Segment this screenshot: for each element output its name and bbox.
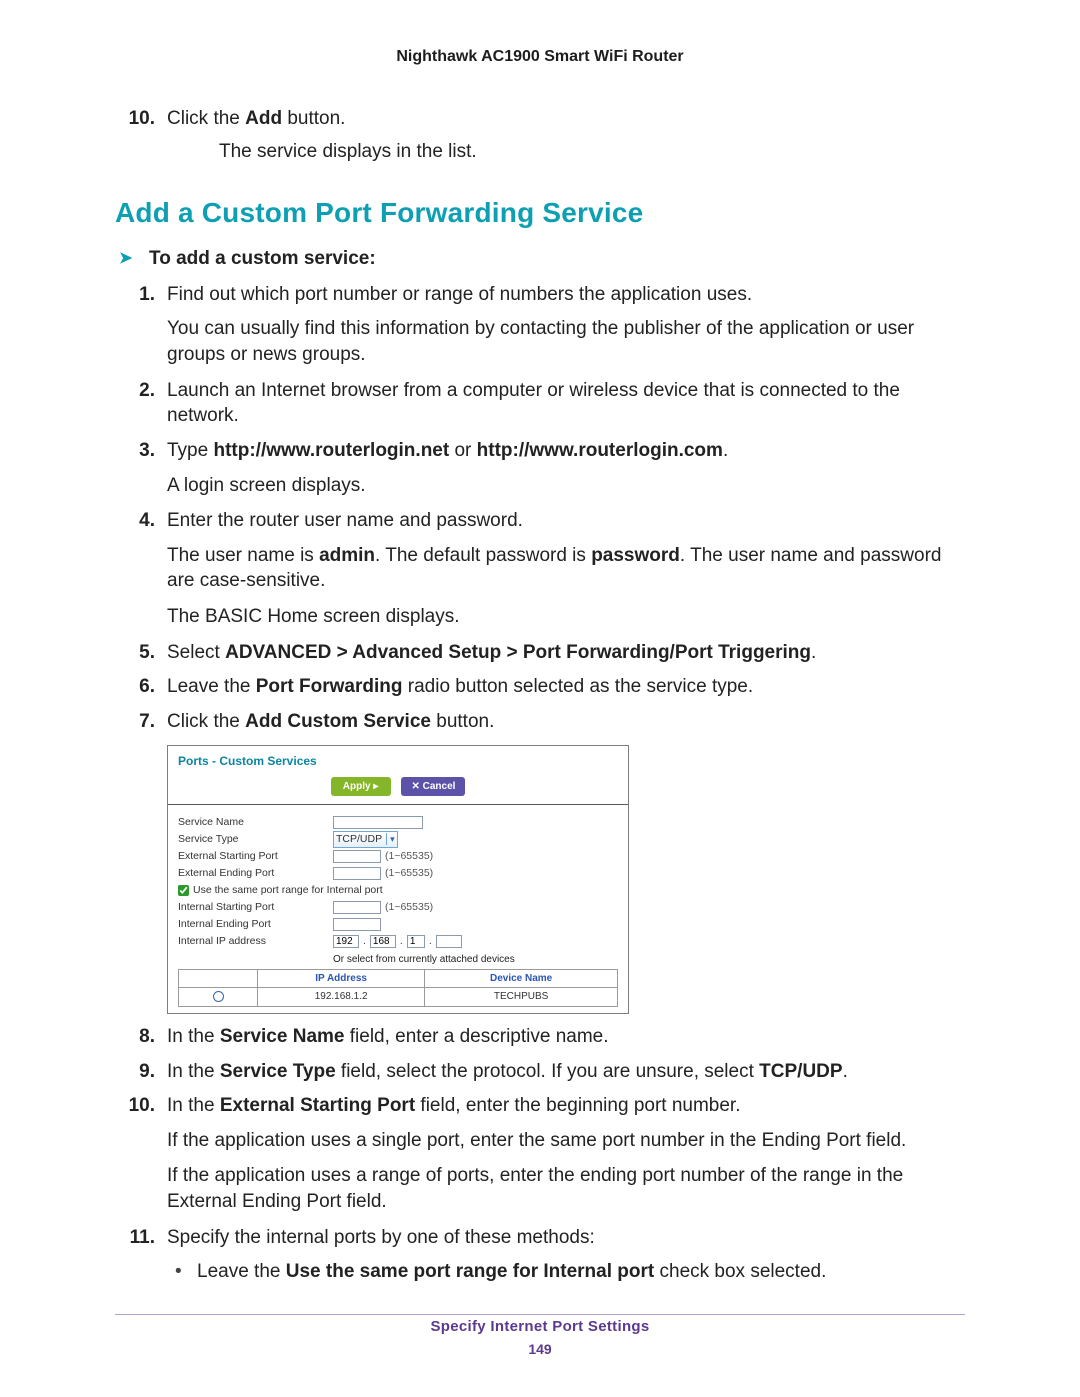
apply-button[interactable]: Apply ▸	[331, 777, 391, 797]
range-hint: (1~65535)	[385, 849, 433, 863]
list-item: 8. In the Service Name field, enter a des…	[115, 1024, 965, 1050]
int-start-input[interactable]	[333, 901, 381, 914]
attached-devices-table: IP Address Device Name 192.168.1.2 TECHP…	[178, 969, 618, 1007]
cancel-button[interactable]: ✕ Cancel	[401, 777, 465, 797]
label-ext-end: External Ending Port	[178, 866, 333, 880]
ip-octet-2[interactable]	[370, 935, 396, 948]
step-after: The service displays in the list.	[167, 139, 965, 165]
button-row: Apply ▸ ✕ Cancel	[168, 771, 628, 806]
list-item: 10. In the External Starting Port field, …	[115, 1093, 965, 1119]
step-text: Click the Add button.	[167, 108, 345, 129]
chevron-down-icon: ▾	[386, 833, 395, 845]
step-number: 5.	[115, 640, 155, 666]
range-hint: (1~65535)	[385, 866, 433, 880]
step-number: 10.	[115, 1093, 155, 1119]
row-ip: 192.168.1.2	[258, 988, 425, 1007]
step-number: 1.	[115, 282, 155, 308]
step-text: Launch an Internet browser from a comput…	[167, 380, 900, 427]
footer-section-name: Specify Internet Port Settings	[0, 1318, 1080, 1335]
step-text: In the External Starting Port field, ent…	[167, 1095, 741, 1116]
col-ip: IP Address	[258, 969, 425, 988]
ip-octet-3[interactable]	[407, 935, 425, 948]
panel-title: Ports - Custom Services	[168, 746, 628, 771]
step-number: 8.	[115, 1024, 155, 1050]
chevron-right-icon: ➤	[119, 248, 132, 270]
list-item: 6. Leave the Port Forwarding radio button…	[115, 674, 965, 700]
step-sub: The user name is admin. The default pass…	[115, 543, 965, 594]
step-10-pre: 10. Click the Add button. The service di…	[115, 106, 965, 164]
step-text: Find out which port number or range of n…	[167, 284, 752, 305]
lead-in: ➤ To add a custom service:	[115, 246, 965, 272]
steps-list-continued: 8. In the Service Name field, enter a des…	[115, 1024, 965, 1285]
col-device: Device Name	[425, 969, 618, 988]
ip-octet-1[interactable]	[333, 935, 359, 948]
step-text: Leave the Port Forwarding radio button s…	[167, 676, 753, 697]
pre-section-steps: 10. Click the Add button. The service di…	[115, 106, 965, 164]
list-item: 2. Launch an Internet browser from a comp…	[115, 378, 965, 429]
steps-list: 1. Find out which port number or range of…	[115, 282, 965, 735]
table-row[interactable]: 192.168.1.2 TECHPUBS	[179, 988, 618, 1007]
label-service-type: Service Type	[178, 832, 333, 846]
footer-page-number: 149	[0, 1341, 1080, 1357]
step-sub: If the application uses a range of ports…	[115, 1163, 965, 1214]
step-number: 4.	[115, 508, 155, 534]
list-item: 3. Type http://www.routerlogin.net or htt…	[115, 438, 965, 464]
step-text: In the Service Name field, enter a descr…	[167, 1026, 609, 1047]
label-same-port: Use the same port range for Internal por…	[193, 883, 383, 897]
row-device: TECHPUBS	[425, 988, 618, 1007]
step-text: Select ADVANCED > Advanced Setup > Port …	[167, 642, 816, 663]
page-content: 10. Click the Add button. The service di…	[115, 106, 965, 1291]
col-radio	[179, 969, 258, 988]
label-service-name: Service Name	[178, 815, 333, 829]
list-item: 4. Enter the router user name and passwor…	[115, 508, 965, 534]
list-item: 1. Find out which port number or range of…	[115, 282, 965, 308]
label-int-ip: Internal IP address	[178, 934, 333, 948]
step-text: Type http://www.routerlogin.net or http:…	[167, 440, 728, 461]
step-sub: A login screen displays.	[115, 473, 965, 499]
bullet-list: Leave the Use the same port range for In…	[115, 1259, 965, 1285]
step-number: 6.	[115, 674, 155, 700]
page-footer: Specify Internet Port Settings 149	[0, 1318, 1080, 1357]
section-heading: Add a Custom Port Forwarding Service	[115, 194, 965, 232]
service-name-input[interactable]	[333, 816, 423, 829]
form-zone: Service Name Service Type TCP/UDP ▾ Exte…	[168, 805, 628, 1013]
step-text: Specify the internal ports by one of the…	[167, 1227, 595, 1248]
step-text: Enter the router user name and password.	[167, 510, 523, 531]
step-sub: You can usually find this information by…	[115, 316, 965, 367]
step-number: 10.	[115, 106, 155, 132]
step-number: 7.	[115, 709, 155, 735]
ext-end-input[interactable]	[333, 867, 381, 880]
bullet-item: Leave the Use the same port range for In…	[115, 1259, 965, 1285]
ip-octet-4[interactable]	[436, 935, 462, 948]
int-end-input[interactable]	[333, 918, 381, 931]
list-item: 7. Click the Add Custom Service button.	[115, 709, 965, 735]
label-int-start: Internal Starting Port	[178, 900, 333, 914]
label-int-end: Internal Ending Port	[178, 917, 333, 931]
ext-start-input[interactable]	[333, 850, 381, 863]
step-text: Click the Add Custom Service button.	[167, 711, 494, 732]
label-ext-start: External Starting Port	[178, 849, 333, 863]
step-number: 9.	[115, 1059, 155, 1085]
or-select-label: Or select from currently attached device…	[178, 950, 618, 967]
row-radio[interactable]	[213, 991, 224, 1002]
step-text: In the Service Type field, select the pr…	[167, 1061, 848, 1082]
list-item: 11. Specify the internal ports by one of …	[115, 1225, 965, 1251]
same-port-checkbox[interactable]	[178, 885, 189, 896]
router-ui-screenshot: Ports - Custom Services Apply ▸ ✕ Cancel…	[167, 745, 629, 1014]
step-sub: The BASIC Home screen displays.	[115, 604, 965, 630]
step-number: 11.	[115, 1225, 155, 1251]
step-number: 3.	[115, 438, 155, 464]
step-sub: If the application uses a single port, e…	[115, 1128, 965, 1154]
list-item: 9. In the Service Type field, select the …	[115, 1059, 965, 1085]
service-type-select[interactable]: TCP/UDP ▾	[333, 831, 398, 848]
range-hint: (1~65535)	[385, 900, 433, 914]
running-header: Nighthawk AC1900 Smart WiFi Router	[0, 48, 1080, 66]
lead-text: To add a custom service:	[149, 248, 376, 269]
footer-rule	[115, 1314, 965, 1315]
step-number: 2.	[115, 378, 155, 404]
list-item: 5. Select ADVANCED > Advanced Setup > Por…	[115, 640, 965, 666]
service-type-value: TCP/UDP	[336, 832, 382, 846]
